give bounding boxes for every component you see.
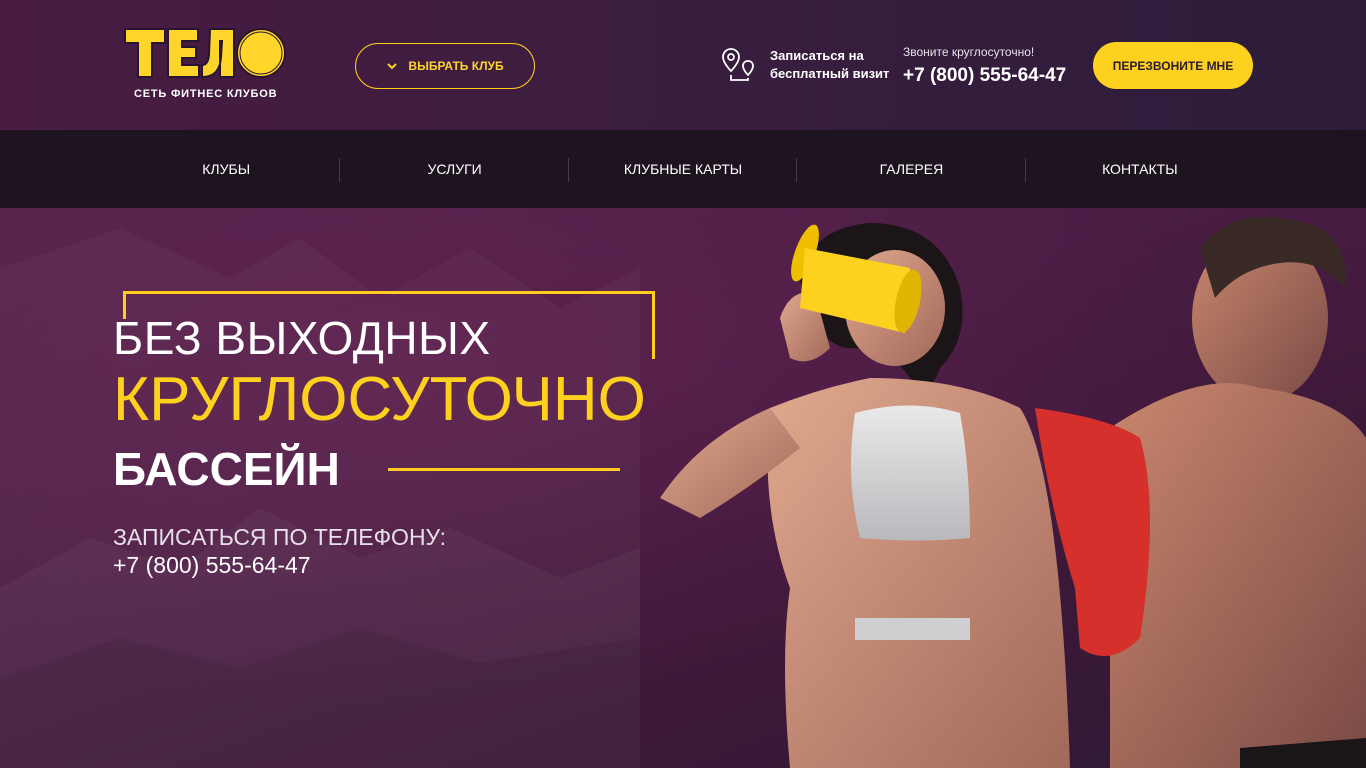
free-visit-line1: Записаться на <box>770 48 864 63</box>
header-phone: Звоните круглосуточно! +7 (800) 555-64-4… <box>903 45 1066 87</box>
hero-headline-1: БЕЗ ВЫХОДНЫХ <box>113 312 491 364</box>
logo-subtitle: СЕТЬ ФИТНЕС КЛУБОВ <box>134 88 278 100</box>
free-visit-line2: бесплатный визит <box>770 66 890 81</box>
main-nav: КЛУБЫ УСЛУГИ КЛУБНЫЕ КАРТЫ ГАЛЕРЕЯ КОНТА… <box>0 130 1366 208</box>
chevron-down-icon <box>387 63 398 70</box>
hero-section: БЕЗ ВЫХОДНЫХ КРУГЛОСУТОЧНО БАССЕЙН ЗАПИС… <box>0 208 1366 768</box>
nav-item-label: ГАЛЕРЕЯ <box>879 161 944 177</box>
hero-headline-2: КРУГЛОСУТОЧНО <box>113 365 646 434</box>
nav-item-label: КЛУБЫ <box>202 161 251 177</box>
nav-item-label: КОНТАКТЫ <box>1102 161 1178 177</box>
choose-club-button[interactable]: ВЫБРАТЬ КЛУБ <box>355 43 535 89</box>
nav-item-club-cards[interactable]: КЛУБНЫЕ КАРТЫ <box>569 130 798 208</box>
logo-mark-graphic <box>124 28 286 79</box>
hero-frame-top <box>123 291 655 294</box>
logo-mark <box>122 25 288 81</box>
nav-item-label: УСЛУГИ <box>427 161 482 177</box>
logo[interactable]: СЕТЬ ФИТНЕС КЛУБОВ <box>122 25 288 105</box>
phone-number[interactable]: +7 (800) 555-64-47 <box>903 65 1066 87</box>
hero-call-phone[interactable]: +7 (800) 555-64-47 <box>113 552 311 579</box>
site-header: СЕТЬ ФИТНЕС КЛУБОВ ВЫБРАТЬ КЛУБ Записать… <box>0 0 1366 130</box>
hero-accent-line <box>388 468 620 471</box>
callback-button[interactable]: ПЕРЕЗВОНИТЕ МНЕ <box>1093 42 1253 89</box>
hero-headline-3: БАССЕЙН <box>113 443 340 495</box>
free-visit-link[interactable]: Записаться на бесплатный визит <box>722 47 900 83</box>
nav-item-services[interactable]: УСЛУГИ <box>340 130 569 208</box>
nav-item-gallery[interactable]: ГАЛЕРЕЯ <box>797 130 1026 208</box>
nav-item-clubs[interactable]: КЛУБЫ <box>112 130 341 208</box>
hero-call-label: ЗАПИСАТЬСЯ ПО ТЕЛЕФОНУ: <box>113 524 447 550</box>
choose-club-label: ВЫБРАТЬ КЛУБ <box>408 59 504 73</box>
phone-label: Звоните круглосуточно! <box>903 45 1035 59</box>
map-pin-route-icon <box>722 48 754 81</box>
hero-athletes-image <box>660 216 1366 768</box>
nav-item-contacts[interactable]: КОНТАКТЫ <box>1026 130 1254 208</box>
nav-item-label: КЛУБНЫЕ КАРТЫ <box>623 161 743 177</box>
